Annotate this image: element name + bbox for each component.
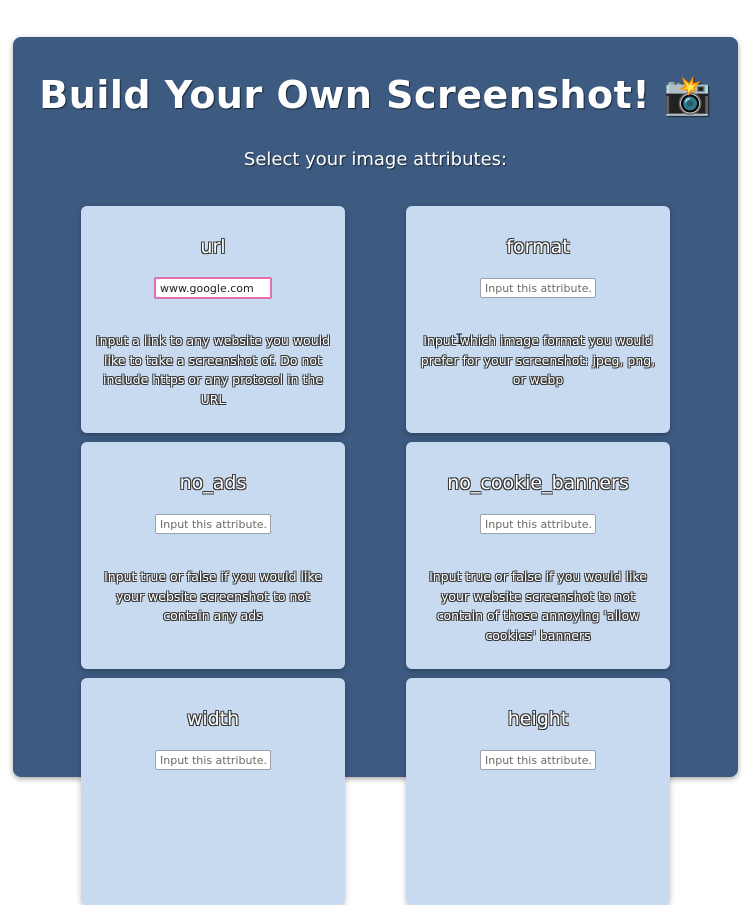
attribute-card-no-cookie-banners: no_cookie_banners Input true or false if… [406, 442, 670, 669]
attribute-description: Input which image format you would prefe… [420, 333, 656, 387]
text-cursor-icon: I [455, 332, 464, 348]
no-cookie-banners-input[interactable] [480, 514, 596, 534]
attribute-name: height [507, 708, 569, 730]
no-ads-input[interactable] [155, 514, 271, 534]
attribute-card-format: format Input which image format you woul… [406, 206, 670, 433]
attribute-description: Input true or false if you would like yo… [104, 569, 322, 623]
format-input[interactable] [480, 278, 596, 298]
attributes-panel: Build Your Own Screenshot! 📸 Select your… [13, 37, 738, 905]
attribute-card-no-ads: no_ads Input true or false if you would … [81, 442, 345, 669]
page-title: Build Your Own Screenshot! 📸 [39, 73, 712, 117]
attribute-name: url [200, 236, 226, 258]
attribute-card-url: url Input a link to any website you woul… [81, 206, 345, 433]
page-subtitle: Select your image attributes: [243, 149, 508, 170]
attribute-description: Input true or false if you would like yo… [429, 569, 647, 643]
url-input[interactable] [154, 277, 272, 299]
attribute-description: Input a link to any website you would li… [95, 333, 331, 407]
attribute-card-width: width [81, 678, 345, 905]
attribute-name: width [186, 708, 240, 730]
attribute-name: format [506, 236, 570, 258]
attribute-card-height: height [406, 678, 670, 905]
width-input[interactable] [155, 750, 271, 770]
height-input[interactable] [480, 750, 596, 770]
attribute-name: no_ads [179, 472, 247, 494]
attribute-name: no_cookie_banners [447, 472, 629, 494]
